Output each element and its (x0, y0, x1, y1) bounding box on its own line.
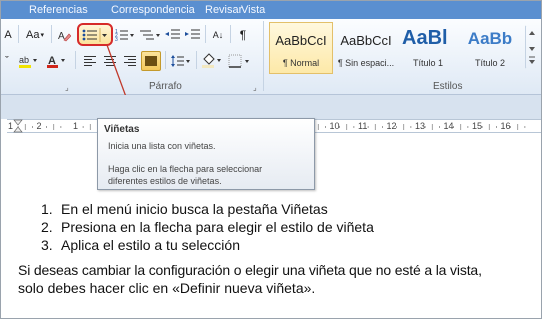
ruler-number: 12 (386, 121, 397, 131)
ruler-number: 10 (329, 121, 340, 131)
paragraph-line-2: solo debes hacer clic en «Definir nueva … (18, 280, 316, 296)
list-item-text: Presiona en la flecha para elegir el est… (61, 219, 374, 235)
indent-marker-icon[interactable] (13, 119, 23, 133)
ruler-number: 14 (443, 121, 454, 131)
steps-list: 1. En el menú inicio busca la pestaña Viñ… (41, 200, 374, 254)
list-item: 1. En el menú inicio busca la pestaña Viñ… (41, 200, 374, 218)
tooltip-hint-line2: diferentes estilos de viñetas. (108, 176, 222, 186)
ruler-number: 13 (415, 121, 426, 131)
ruler-number: 1 (73, 121, 79, 131)
tooltip-description: Inicia una lista con viñetas. (108, 141, 216, 151)
list-item: 2. Presiona en la flecha para elegir el e… (41, 218, 374, 236)
paragraph-line-1: Si deseas cambiar la configuración o ele… (18, 262, 482, 278)
list-number: 2. (41, 219, 53, 235)
list-number: 1. (41, 201, 53, 217)
ruler-background (1, 95, 541, 119)
ruler-number: 2 (36, 121, 42, 131)
bullets-tooltip: Viñetas Inicia una lista con viñetas. Ha… (97, 118, 315, 190)
list-number: 3. (41, 237, 53, 253)
list-item-text: Aplica el estilo a tu selección (61, 237, 240, 253)
screenshot-frame: Referencias Correspondencia Revisar Vist… (0, 0, 542, 319)
ruler-number: 15 (472, 121, 483, 131)
tooltip-hint-line1: Haga clic en la flecha para seleccionar (108, 164, 263, 174)
ruler-number: 11 (358, 121, 368, 131)
tooltip-title: Viñetas (104, 124, 140, 135)
list-item-text: En el menú inicio busca la pestaña Viñet… (61, 201, 328, 217)
ruler-number: 16 (500, 121, 511, 131)
list-item: 3. Aplica el estilo a tu selección (41, 236, 374, 254)
